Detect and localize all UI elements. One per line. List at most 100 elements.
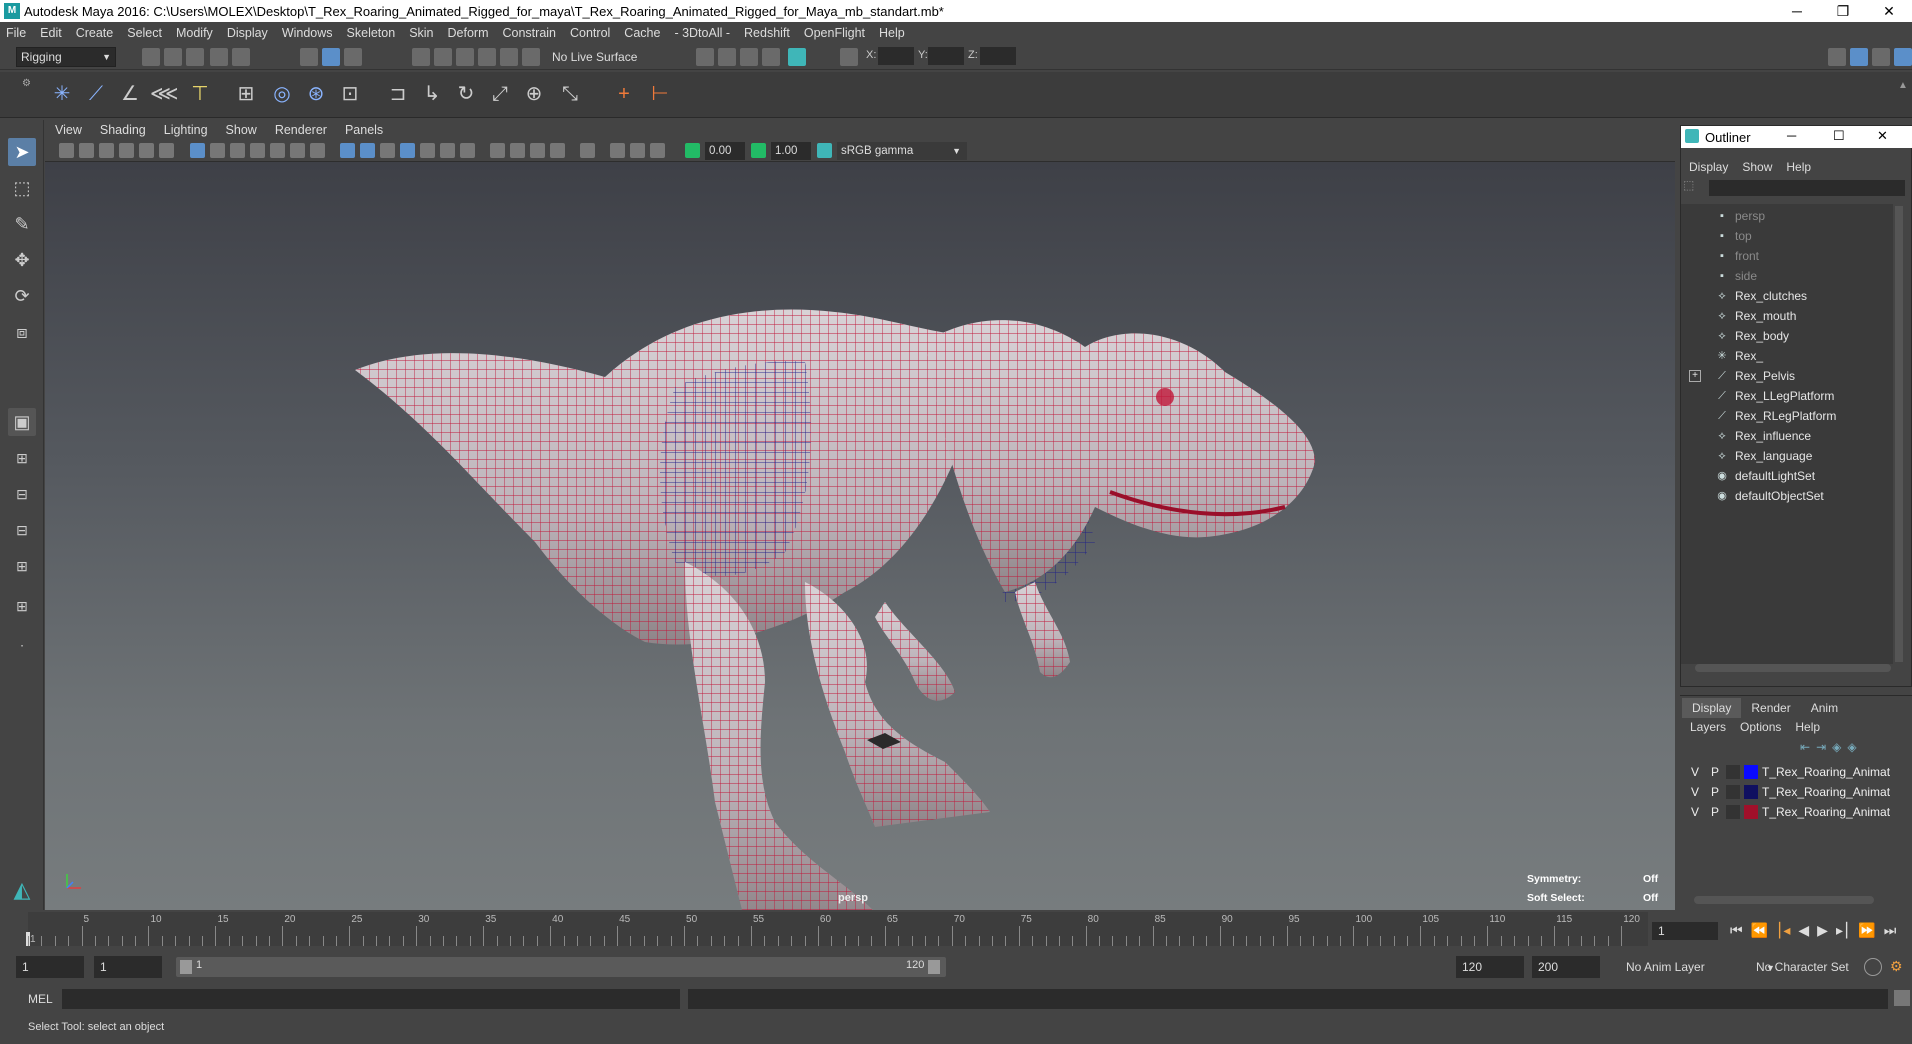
safe-action-icon[interactable]: [290, 143, 305, 158]
outliner-search-input[interactable]: [1709, 180, 1905, 196]
outliner-hscrollbar[interactable]: [1695, 664, 1891, 672]
trex-model[interactable]: [45, 162, 1675, 910]
layer-type-toggle[interactable]: [1726, 785, 1740, 799]
layer-row[interactable]: V P T_Rex_Roaring_Animat: [1686, 762, 1910, 782]
snap-grid-icon[interactable]: [412, 48, 430, 66]
select-object-icon[interactable]: [322, 48, 340, 66]
menu-constrain[interactable]: Constrain: [503, 26, 557, 40]
outliner-menu-help[interactable]: Help: [1786, 160, 1811, 174]
play-backwards-icon[interactable]: ◀: [1798, 922, 1809, 939]
2d-pan-zoom-icon[interactable]: [139, 143, 154, 158]
film-gate-icon[interactable]: [210, 143, 225, 158]
exposure-input[interactable]: 0.00: [705, 142, 745, 160]
pole-vector-icon[interactable]: ⤡: [556, 80, 584, 108]
step-back-key-icon[interactable]: ⏪: [1751, 922, 1768, 939]
script-editor-icon[interactable]: [1894, 990, 1910, 1006]
layer-name[interactable]: T_Rex_Roaring_Animat: [1762, 765, 1892, 779]
viewport-menu-view[interactable]: View: [55, 123, 82, 137]
menu-create[interactable]: Create: [76, 26, 114, 40]
menuset-dropdown[interactable]: Rigging ▼: [16, 47, 116, 67]
outliner-menu-display[interactable]: Display: [1689, 160, 1728, 174]
menu-skin[interactable]: Skin: [409, 26, 433, 40]
range-start-handle[interactable]: [180, 960, 192, 974]
tool-settings-icon[interactable]: [1872, 48, 1890, 66]
layer-menu-options[interactable]: Options: [1740, 720, 1781, 734]
single-perspective-icon[interactable]: ▣: [8, 408, 36, 436]
range-end-handle[interactable]: [928, 960, 940, 974]
depth-of-field-icon[interactable]: [550, 143, 565, 158]
go-to-end-icon[interactable]: ⏭: [1884, 922, 1897, 939]
anim-layer-dropdown[interactable]: No Anim Layer ▼: [1626, 960, 1775, 974]
layer-tab-anim[interactable]: Anim: [1801, 698, 1848, 718]
current-frame-input[interactable]: 1: [1652, 922, 1718, 940]
undo-icon[interactable]: [210, 48, 228, 66]
snap-surface-icon[interactable]: [500, 48, 518, 66]
outliner-item-rex-rlegplatform[interactable]: ⟋ Rex_RLegPlatform: [1715, 406, 1836, 426]
move-layer-up-icon[interactable]: ⇤: [1800, 740, 1810, 754]
layer-color-swatch[interactable]: [1744, 765, 1758, 779]
outliner-item-rex-mouth[interactable]: ⟡ Rex_mouth: [1715, 306, 1796, 326]
transform-field-icon[interactable]: [840, 48, 858, 66]
layer-name[interactable]: T_Rex_Roaring_Animat: [1762, 785, 1892, 799]
outliner-item-rex-language[interactable]: ⟡ Rex_language: [1715, 446, 1812, 466]
resolution-gate-icon[interactable]: [230, 143, 245, 158]
menu-3dtoall[interactable]: - 3DtoAll -: [674, 26, 730, 40]
play-forwards-icon[interactable]: ▶: [1817, 922, 1828, 939]
command-input[interactable]: [62, 989, 680, 1009]
render-view-icon[interactable]: [696, 48, 714, 66]
channel-box-icon[interactable]: [1894, 48, 1912, 66]
select-hierarchy-icon[interactable]: [300, 48, 318, 66]
image-plane-icon[interactable]: [119, 143, 134, 158]
viewport-menu-shading[interactable]: Shading: [100, 123, 146, 137]
insert-joint-icon[interactable]: ⋘: [150, 80, 178, 108]
new-layer-selected-icon[interactable]: ◈: [1847, 740, 1856, 754]
viewport-menu-show[interactable]: Show: [226, 123, 257, 137]
shelf-scroll-icon[interactable]: ▲: [1898, 80, 1908, 91]
camera-attributes-icon[interactable]: [79, 143, 94, 158]
close-button[interactable]: ✕: [1866, 0, 1912, 22]
menu-deform[interactable]: Deform: [448, 26, 489, 40]
orient-joint-icon[interactable]: ⊤: [186, 80, 214, 108]
smooth-shade-icon[interactable]: [360, 143, 375, 158]
outliner-close-button[interactable]: ✕: [1877, 128, 1888, 144]
motion-blur-icon[interactable]: [510, 143, 525, 158]
step-back-frame-icon[interactable]: ⎮◂: [1776, 922, 1790, 939]
four-view-layout-icon[interactable]: ⊞: [8, 444, 36, 472]
playback-start-input[interactable]: 1: [94, 956, 162, 978]
xray-icon[interactable]: [610, 143, 625, 158]
color-management-icon[interactable]: [817, 143, 832, 158]
scale-tool-icon[interactable]: ⧈: [8, 318, 36, 346]
layer-name[interactable]: T_Rex_Roaring_Animat: [1762, 805, 1892, 819]
layer-type-toggle[interactable]: [1726, 765, 1740, 779]
menu-windows[interactable]: Windows: [282, 26, 333, 40]
mel-label[interactable]: MEL: [28, 992, 53, 1006]
ik-spline-icon[interactable]: ∠: [116, 80, 144, 108]
isolate-select-icon[interactable]: [580, 143, 595, 158]
lasso-tool-icon[interactable]: ⬚: [8, 174, 36, 202]
move-layer-down-icon[interactable]: ⇥: [1816, 740, 1826, 754]
render-settings-icon[interactable]: [762, 48, 780, 66]
x-input[interactable]: [878, 47, 914, 65]
gate-mask-icon[interactable]: [250, 143, 265, 158]
outliner-menu-show[interactable]: Show: [1742, 160, 1772, 174]
layer-row[interactable]: V P T_Rex_Roaring_Animat: [1686, 802, 1910, 822]
outliner-item-defaultlightset[interactable]: ◉ defaultLightSet: [1715, 466, 1815, 486]
joint-tool-icon[interactable]: ✳: [48, 80, 76, 108]
outliner-item-persp[interactable]: ▪ persp: [1715, 206, 1765, 226]
parent-constraint-icon[interactable]: ⊐: [384, 80, 412, 108]
textured-icon[interactable]: [420, 143, 435, 158]
menu-file[interactable]: File: [6, 26, 26, 40]
outliner-titlebar[interactable]: Outliner ─ ☐ ✕: [1681, 126, 1912, 148]
hik-icon[interactable]: ⊢: [646, 80, 674, 108]
rotate-tool-icon[interactable]: ⟳: [8, 282, 36, 310]
outliner-maximize-button[interactable]: ☐: [1833, 128, 1845, 144]
layer-color-swatch[interactable]: [1744, 785, 1758, 799]
bind-skin-icon[interactable]: ⊞: [232, 80, 260, 108]
redo-icon[interactable]: [232, 48, 250, 66]
paint-select-icon[interactable]: ✎: [8, 210, 36, 238]
xray-joints-icon[interactable]: [650, 143, 665, 158]
outliner-item-defaultobjectset[interactable]: ◉ defaultObjectSet: [1715, 486, 1824, 506]
custom-layout-icon[interactable]: ⋅: [8, 632, 36, 660]
trex-legs[interactable]: [685, 562, 990, 910]
snap-live-icon[interactable]: [522, 48, 540, 66]
